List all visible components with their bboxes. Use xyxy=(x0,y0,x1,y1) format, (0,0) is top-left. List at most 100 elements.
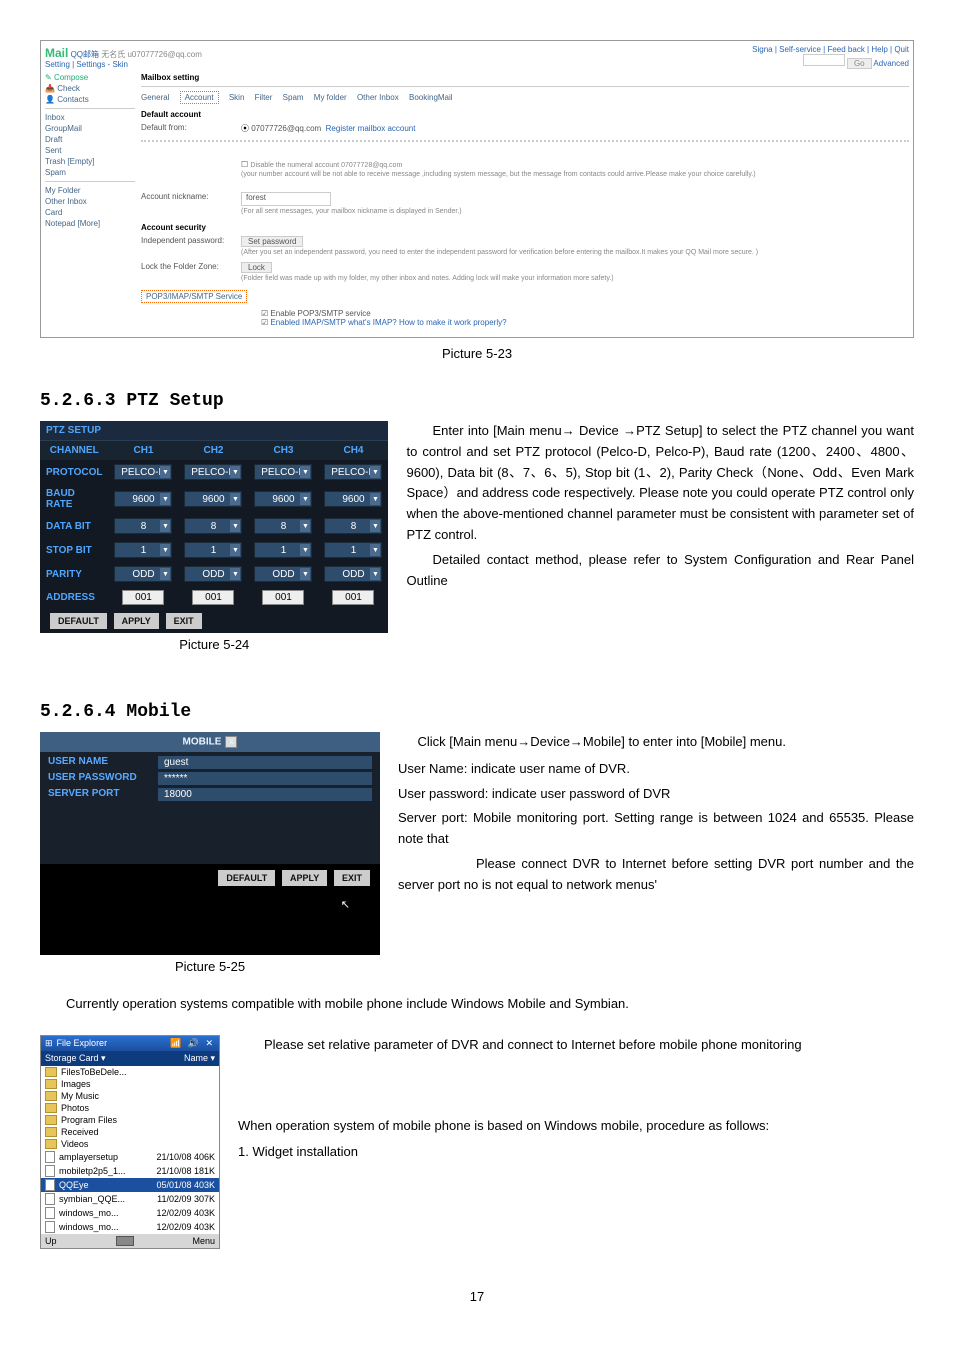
qqmail-go-btn[interactable]: Go xyxy=(847,58,872,69)
file-icon xyxy=(45,1165,55,1177)
trash-link[interactable]: Trash [Empty] xyxy=(45,157,135,166)
close-icon[interactable]: x xyxy=(225,736,237,748)
databit-ch4[interactable]: 8▼ xyxy=(324,518,382,534)
start-icon[interactable]: ⊞ xyxy=(45,1038,53,1049)
mobile-user-name-val[interactable]: guest xyxy=(158,756,372,769)
tab-skin[interactable]: Skin xyxy=(229,93,245,102)
mobile-para-e: Please connect DVR to Internet before se… xyxy=(398,854,914,896)
set-password-btn[interactable]: Set password xyxy=(241,236,303,247)
qqmail-top-links[interactable]: Signa | Self-service | Feed back | Help … xyxy=(752,45,909,54)
mobile-user-pwd-label: USER PASSWORD xyxy=(48,772,158,785)
qqmail-searchbox[interactable] xyxy=(803,54,845,66)
mobile-user-pwd-val[interactable]: ****** xyxy=(158,772,372,785)
address-ch3[interactable]: 001 xyxy=(262,590,304,605)
mobile-panel: MOBILEx USER NAME guest USER PASSWORD **… xyxy=(40,732,380,955)
protocol-ch1[interactable]: PELCO-D▼ xyxy=(114,464,172,480)
tab-general[interactable]: General xyxy=(141,93,169,102)
check-link[interactable]: 📥 Check xyxy=(45,84,135,93)
tab-filter[interactable]: Filter xyxy=(255,93,273,102)
stopbit-ch1[interactable]: 1▼ xyxy=(114,542,172,558)
baud-ch4[interactable]: 9600▼ xyxy=(324,491,382,507)
fe-item-mobiletp2p5_1-[interactable]: mobiletp2p5_1...21/10/08 181K xyxy=(41,1164,219,1178)
fe-item-filestobedele-[interactable]: FilesToBeDele... xyxy=(41,1066,219,1078)
fe-item-amplayersetup[interactable]: amplayersetup21/10/08 406K xyxy=(41,1150,219,1164)
fe-item-received[interactable]: Received xyxy=(41,1126,219,1138)
parity-ch3[interactable]: ODD▼ xyxy=(254,566,312,582)
address-ch1[interactable]: 001 xyxy=(122,590,164,605)
mobile-para-c: User password: indicate user password of… xyxy=(398,784,914,805)
spam-link[interactable]: Spam xyxy=(45,168,135,177)
enable-pop3-smtp[interactable]: Enable POP3/SMTP service xyxy=(270,309,370,318)
mobile-exit-btn[interactable]: EXIT xyxy=(334,870,370,886)
mobile-default-btn[interactable]: DEFAULT xyxy=(218,870,275,886)
protocol-ch2[interactable]: PELCO-D▼ xyxy=(184,464,242,480)
fe-item-windows_mo-[interactable]: windows_mo...12/02/09 403K xyxy=(41,1220,219,1234)
databit-ch3[interactable]: 8▼ xyxy=(254,518,312,534)
ptz-apply-btn[interactable]: APPLY xyxy=(114,613,159,629)
folder-icon xyxy=(45,1091,57,1101)
otherinbox-link[interactable]: Other Inbox xyxy=(45,197,135,206)
qqmail-advanced[interactable]: Advanced xyxy=(873,59,909,68)
fe-item-my-music[interactable]: My Music xyxy=(41,1090,219,1102)
file-icon xyxy=(45,1221,55,1233)
address-ch2[interactable]: 001 xyxy=(192,590,234,605)
stopbit-ch4[interactable]: 1▼ xyxy=(324,542,382,558)
baud-ch1[interactable]: 9600▼ xyxy=(114,491,172,507)
lock-btn[interactable]: Lock xyxy=(241,262,272,273)
contacts-link[interactable]: 👤 Contacts xyxy=(45,95,135,104)
tab-spam[interactable]: Spam xyxy=(283,93,304,102)
stopbit-ch3[interactable]: 1▼ xyxy=(254,542,312,558)
account-nickname-label: Account nickname: xyxy=(141,192,241,215)
parity-ch1[interactable]: ODD▼ xyxy=(114,566,172,582)
fe-menu-btn[interactable]: Menu xyxy=(192,1236,215,1246)
sent-link[interactable]: Sent xyxy=(45,146,135,155)
fe-storage[interactable]: Storage Card xyxy=(45,1053,99,1063)
tab-account[interactable]: Account xyxy=(180,91,219,104)
ptz-row-protocol: PROTOCOL xyxy=(40,460,108,484)
register-mailbox-link[interactable]: Register mailbox account xyxy=(326,124,416,133)
inbox-link[interactable]: Inbox xyxy=(45,113,135,122)
parity-ch4[interactable]: ODD▼ xyxy=(324,566,382,582)
protocol-ch3[interactable]: PELCO-D▼ xyxy=(254,464,312,480)
baud-ch2[interactable]: 9600▼ xyxy=(184,491,242,507)
protocol-ch4[interactable]: PELCO-D▼ xyxy=(324,464,382,480)
folder-icon xyxy=(45,1067,57,1077)
enabled-imap-smtp[interactable]: Enabled IMAP/SMTP what's IMAP? How to ma… xyxy=(270,318,506,327)
tab-myfolder[interactable]: My folder xyxy=(314,93,347,102)
account-security-title: Account security xyxy=(141,223,909,232)
tab-bookingmail[interactable]: BookingMail xyxy=(409,93,453,102)
notepad-link[interactable]: Notepad [More] xyxy=(45,219,135,228)
file-icon xyxy=(45,1193,55,1205)
parity-ch2[interactable]: ODD▼ xyxy=(184,566,242,582)
card-link[interactable]: Card xyxy=(45,208,135,217)
myfolder-link[interactable]: My Folder xyxy=(45,186,135,195)
ptz-default-btn[interactable]: DEFAULT xyxy=(50,613,107,629)
account-nickname-input[interactable]: forest xyxy=(241,192,331,206)
default-from-value[interactable]: 07077726@qq.com xyxy=(251,124,321,133)
mobile-server-port-val[interactable]: 18000 xyxy=(158,788,372,801)
databit-ch1[interactable]: 8▼ xyxy=(114,518,172,534)
databit-ch2[interactable]: 8▼ xyxy=(184,518,242,534)
mobile-apply-btn[interactable]: APPLY xyxy=(282,870,327,886)
stopbit-ch2[interactable]: 1▼ xyxy=(184,542,242,558)
qqmail-crumbs: Setting | Settings - Skin xyxy=(45,60,128,69)
fe-item-symbian_qqe-[interactable]: symbian_QQE...11/02/09 307K xyxy=(41,1192,219,1206)
keyboard-icon[interactable] xyxy=(116,1236,134,1246)
fe-item-qqeye[interactable]: QQEye05/01/08 403K xyxy=(41,1178,219,1192)
tab-otherinbox[interactable]: Other Inbox xyxy=(357,93,399,102)
address-ch4[interactable]: 001 xyxy=(332,590,374,605)
compose-link[interactable]: ✎ Compose xyxy=(45,73,135,82)
heading-ptz: 5.2.6.3 PTZ Setup xyxy=(40,391,914,411)
fe-name-col[interactable]: Name xyxy=(184,1053,208,1063)
fe-item-photos[interactable]: Photos xyxy=(41,1102,219,1114)
baud-ch3[interactable]: 9600▼ xyxy=(254,491,312,507)
fe-up-btn[interactable]: Up xyxy=(45,1236,57,1246)
ptz-exit-btn[interactable]: EXIT xyxy=(166,613,202,629)
fe-item-images[interactable]: Images xyxy=(41,1078,219,1090)
draft-link[interactable]: Draft xyxy=(45,135,135,144)
fe-item-windows_mo-[interactable]: windows_mo...12/02/09 403K xyxy=(41,1206,219,1220)
disable-account-text[interactable]: Disable the numeral account 07077728@qq.… xyxy=(250,162,402,169)
groupmail-link[interactable]: GroupMail xyxy=(45,124,135,133)
fe-item-program-files[interactable]: Program Files xyxy=(41,1114,219,1126)
fe-item-videos[interactable]: Videos xyxy=(41,1138,219,1150)
